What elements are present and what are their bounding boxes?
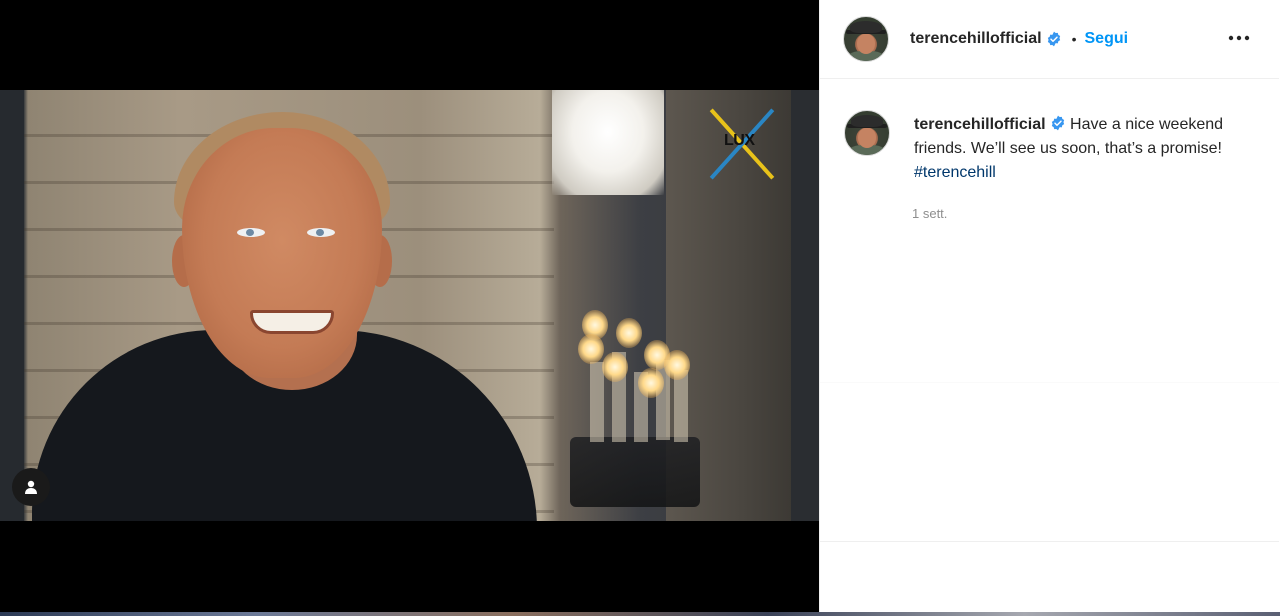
candle [674, 370, 688, 442]
person-smile [250, 310, 334, 334]
person-eye [307, 228, 335, 237]
avatar-face [858, 128, 876, 148]
caption-body: terencehillofficial Have a nice weekend … [914, 113, 1234, 185]
lux-logo: LUX [702, 104, 784, 184]
user-tag-icon [25, 480, 37, 494]
caption-username[interactable]: terencehillofficial [914, 116, 1046, 133]
photo-wall-right [791, 90, 819, 521]
divider [820, 541, 1279, 542]
follow-button[interactable]: Segui [1085, 30, 1129, 48]
header-username[interactable]: terencehillofficial [910, 30, 1042, 48]
photo-window-light [552, 90, 664, 195]
more-options-button[interactable] [1225, 24, 1253, 52]
hashtag-link[interactable]: #terencehill [914, 164, 996, 181]
more-options-icon [1228, 35, 1250, 41]
candle [590, 362, 604, 442]
person-eye [237, 228, 265, 237]
user-tag-button[interactable] [12, 468, 50, 506]
header-separator: • [1071, 31, 1077, 47]
photo-person [32, 110, 552, 521]
divider [820, 382, 1279, 383]
caption: terencehillofficial Have a nice weekend … [844, 110, 1254, 185]
candle-flame [578, 334, 604, 364]
person-face [182, 128, 382, 378]
bottom-edge-strip [0, 612, 1280, 616]
post-media: LUX [0, 0, 819, 616]
candle-holder [570, 437, 700, 507]
photo-wall-left [0, 90, 24, 521]
post-header: terencehillofficial • Segui [820, 0, 1279, 79]
avatar-hat [851, 115, 883, 127]
verified-badge-icon [1051, 115, 1064, 131]
photo-candles [570, 310, 700, 507]
post-timestamp[interactable]: 1 sett. [912, 206, 947, 221]
candle-flame [602, 352, 628, 382]
candle-flame [638, 368, 664, 398]
post-photo[interactable]: LUX [0, 90, 819, 521]
logo-text: LUX [724, 132, 755, 149]
avatar[interactable] [843, 16, 889, 62]
post-sidebar: terencehillofficial • Segui terencehillo… [819, 0, 1280, 616]
avatar-face [857, 34, 875, 54]
verified-badge-icon [1047, 31, 1060, 47]
candle-flame [616, 318, 642, 348]
candle-flame [664, 350, 690, 380]
caption-avatar[interactable] [844, 110, 890, 156]
avatar-hat [850, 21, 882, 33]
